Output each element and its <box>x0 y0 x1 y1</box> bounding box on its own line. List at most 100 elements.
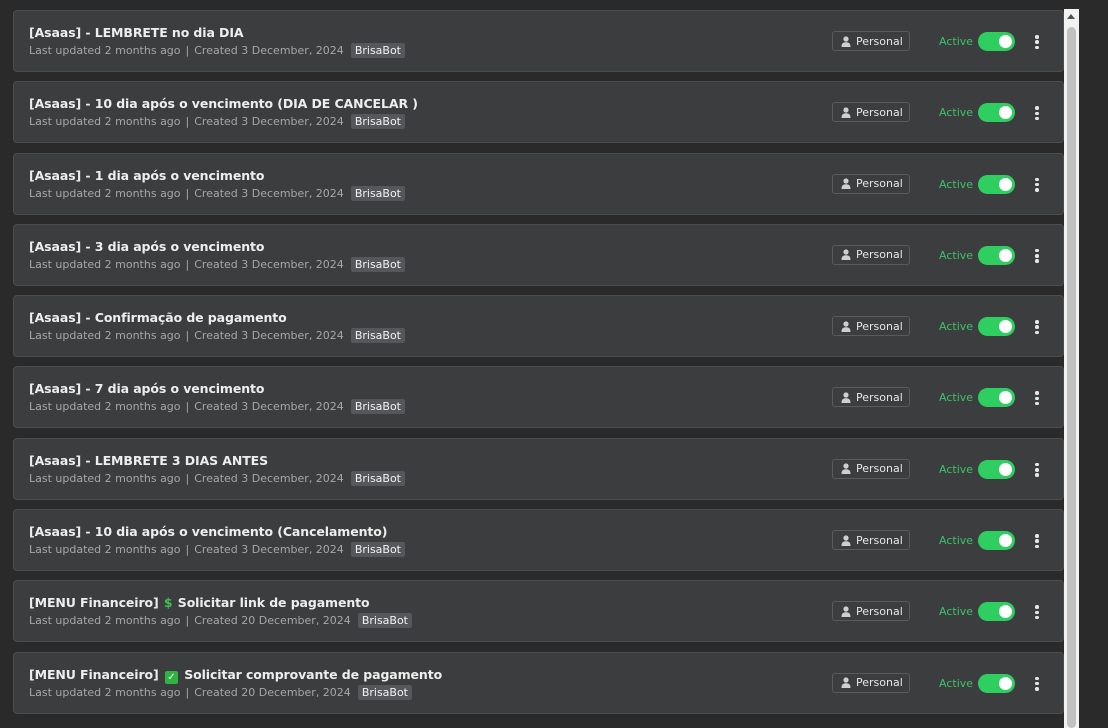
tag-badge: BrisaBot <box>350 43 405 58</box>
personal-button[interactable]: Personal <box>832 173 910 194</box>
created-text: Created 3 December, 2024 <box>194 471 344 485</box>
last-updated-text: Last updated 2 months ago <box>29 400 181 414</box>
meta-separator: | <box>185 44 190 57</box>
item-title[interactable]: [Asaas] - LEMBRETE no dia DIA <box>29 25 244 40</box>
more-options-icon[interactable] <box>1030 176 1044 194</box>
last-updated-text: Last updated 2 months ago <box>29 186 181 200</box>
status-label: Active <box>939 320 974 334</box>
created-text: Created 20 December, 2024 <box>194 614 351 628</box>
active-toggle[interactable] <box>978 459 1015 479</box>
active-toggle[interactable] <box>978 174 1015 194</box>
item-title[interactable]: [Asaas] - 3 dia após o vencimento <box>29 239 265 254</box>
list-item[interactable]: [Asaas] - 10 dia após o vencimento (DIA … <box>13 81 1064 144</box>
personal-button[interactable]: Personal <box>832 672 910 693</box>
toggle-knob <box>999 605 1012 619</box>
list-item[interactable]: [Asaas] - 10 dia após o vencimento (Canc… <box>13 509 1064 572</box>
active-toggle[interactable] <box>978 103 1015 123</box>
personal-button[interactable]: Personal <box>832 530 910 551</box>
more-options-icon[interactable] <box>1030 675 1044 693</box>
list-item[interactable]: [Asaas] - 7 dia após o vencimento Last u… <box>13 366 1064 429</box>
scrollbar-thumb[interactable] <box>1067 27 1076 728</box>
item-title[interactable]: [MENU Financeiro] ✓ Solicitar comprovant… <box>29 667 442 684</box>
item-title[interactable]: [Asaas] - 10 dia após o vencimento (DIA … <box>29 96 418 111</box>
user-icon <box>841 606 851 617</box>
item-meta: Last updated 2 months ago | Created 3 De… <box>29 256 405 272</box>
meta-separator: | <box>185 614 190 628</box>
active-toggle[interactable] <box>978 531 1015 551</box>
more-options-icon[interactable] <box>1030 603 1044 621</box>
created-text: Created 20 December, 2024 <box>194 685 351 699</box>
more-options-icon[interactable] <box>1030 247 1044 265</box>
item-title[interactable]: [Asaas] - Confirmação de pagamento <box>29 310 287 325</box>
tag-badge: BrisaBot <box>350 542 405 558</box>
tag-badge: BrisaBot <box>350 114 405 130</box>
status-label: Active <box>939 106 974 120</box>
created-text: Created 3 December, 2024 <box>194 115 344 129</box>
personal-label: Personal <box>856 177 903 191</box>
item-title[interactable]: [MENU Financeiro] $ Solicitar link de pa… <box>29 595 370 610</box>
meta-separator: | <box>185 543 190 557</box>
list-item[interactable]: [MENU Financeiro] ✓ Solicitar comprovant… <box>13 651 1064 714</box>
list-item[interactable]: [Asaas] - 3 dia após o vencimento Last u… <box>13 223 1064 286</box>
list-item[interactable]: [Asaas] - LEMBRETE no dia DIA Last updat… <box>13 10 1064 72</box>
title-suffix: Solicitar comprovante de pagamento <box>184 666 443 682</box>
item-meta: Last updated 2 months ago | Created 20 D… <box>29 684 412 700</box>
user-icon <box>841 463 851 475</box>
title-suffix: Solicitar link de pagamento <box>177 595 370 611</box>
active-toggle[interactable] <box>978 602 1015 622</box>
more-options-icon[interactable] <box>1030 532 1044 550</box>
more-options-icon[interactable] <box>1030 104 1044 122</box>
personal-button[interactable]: Personal <box>832 387 910 408</box>
more-options-icon[interactable] <box>1030 33 1044 51</box>
created-text: Created 3 December, 2024 <box>194 257 344 271</box>
list-item[interactable]: [Asaas] - LEMBRETE 3 DIAS ANTES Last upd… <box>13 437 1064 500</box>
last-updated-text: Last updated 2 months ago <box>29 329 181 343</box>
scroll-up-arrow-icon[interactable] <box>1067 14 1075 19</box>
status-label: Active <box>939 534 974 548</box>
meta-separator: | <box>185 400 190 414</box>
active-toggle[interactable] <box>978 245 1015 265</box>
item-title[interactable]: [Asaas] - 1 dia após o vencimento <box>29 168 265 183</box>
item-meta: Last updated 2 months ago | Created 3 De… <box>29 185 405 201</box>
personal-button[interactable]: Personal <box>832 316 910 337</box>
user-icon <box>841 249 851 261</box>
item-title[interactable]: [Asaas] - 10 dia após o vencimento (Canc… <box>29 524 387 539</box>
active-toggle[interactable] <box>978 388 1015 408</box>
personal-label: Personal <box>856 390 903 404</box>
more-options-icon[interactable] <box>1030 461 1044 479</box>
personal-button[interactable]: Personal <box>832 244 910 265</box>
personal-label: Personal <box>856 34 903 48</box>
active-toggle[interactable] <box>978 32 1015 51</box>
item-title[interactable]: [Asaas] - 7 dia após o vencimento <box>29 381 265 396</box>
status-label: Active <box>939 248 974 262</box>
last-updated-text: Last updated 2 months ago <box>29 257 181 271</box>
item-meta: Last updated 2 months ago | Created 3 De… <box>29 542 405 558</box>
more-options-icon[interactable] <box>1030 318 1044 336</box>
last-updated-text: Last updated 2 months ago <box>29 115 181 129</box>
toggle-knob <box>999 534 1012 548</box>
status-label: Active <box>939 676 974 690</box>
personal-label: Personal <box>856 604 903 618</box>
automation-list: [Asaas] - LEMBRETE no dia DIA Last updat… <box>13 10 1064 723</box>
list-item[interactable]: [Asaas] - Confirmação de pagamento Last … <box>13 295 1064 358</box>
item-title[interactable]: [Asaas] - LEMBRETE 3 DIAS ANTES <box>29 453 268 468</box>
dollar-icon: $ <box>163 595 173 611</box>
item-meta: Last updated 2 months ago | Created 3 De… <box>29 328 405 344</box>
list-item[interactable]: [MENU Financeiro] $ Solicitar link de pa… <box>13 580 1064 643</box>
active-toggle[interactable] <box>978 673 1015 693</box>
more-options-icon[interactable] <box>1030 389 1044 407</box>
active-toggle[interactable] <box>978 317 1015 337</box>
last-updated-text: Last updated 2 months ago <box>29 471 181 485</box>
personal-button[interactable]: Personal <box>832 601 910 622</box>
vertical-scrollbar[interactable] <box>1064 9 1079 728</box>
meta-separator: | <box>185 685 190 699</box>
personal-button[interactable]: Personal <box>832 31 910 51</box>
status-label: Active <box>939 35 974 48</box>
personal-label: Personal <box>856 533 903 547</box>
personal-button[interactable]: Personal <box>832 458 910 479</box>
created-text: Created 3 December, 2024 <box>194 543 344 557</box>
status-label: Active <box>939 391 974 405</box>
meta-separator: | <box>185 329 190 343</box>
list-item[interactable]: [Asaas] - 1 dia após o vencimento Last u… <box>13 152 1064 215</box>
personal-button[interactable]: Personal <box>832 102 910 123</box>
